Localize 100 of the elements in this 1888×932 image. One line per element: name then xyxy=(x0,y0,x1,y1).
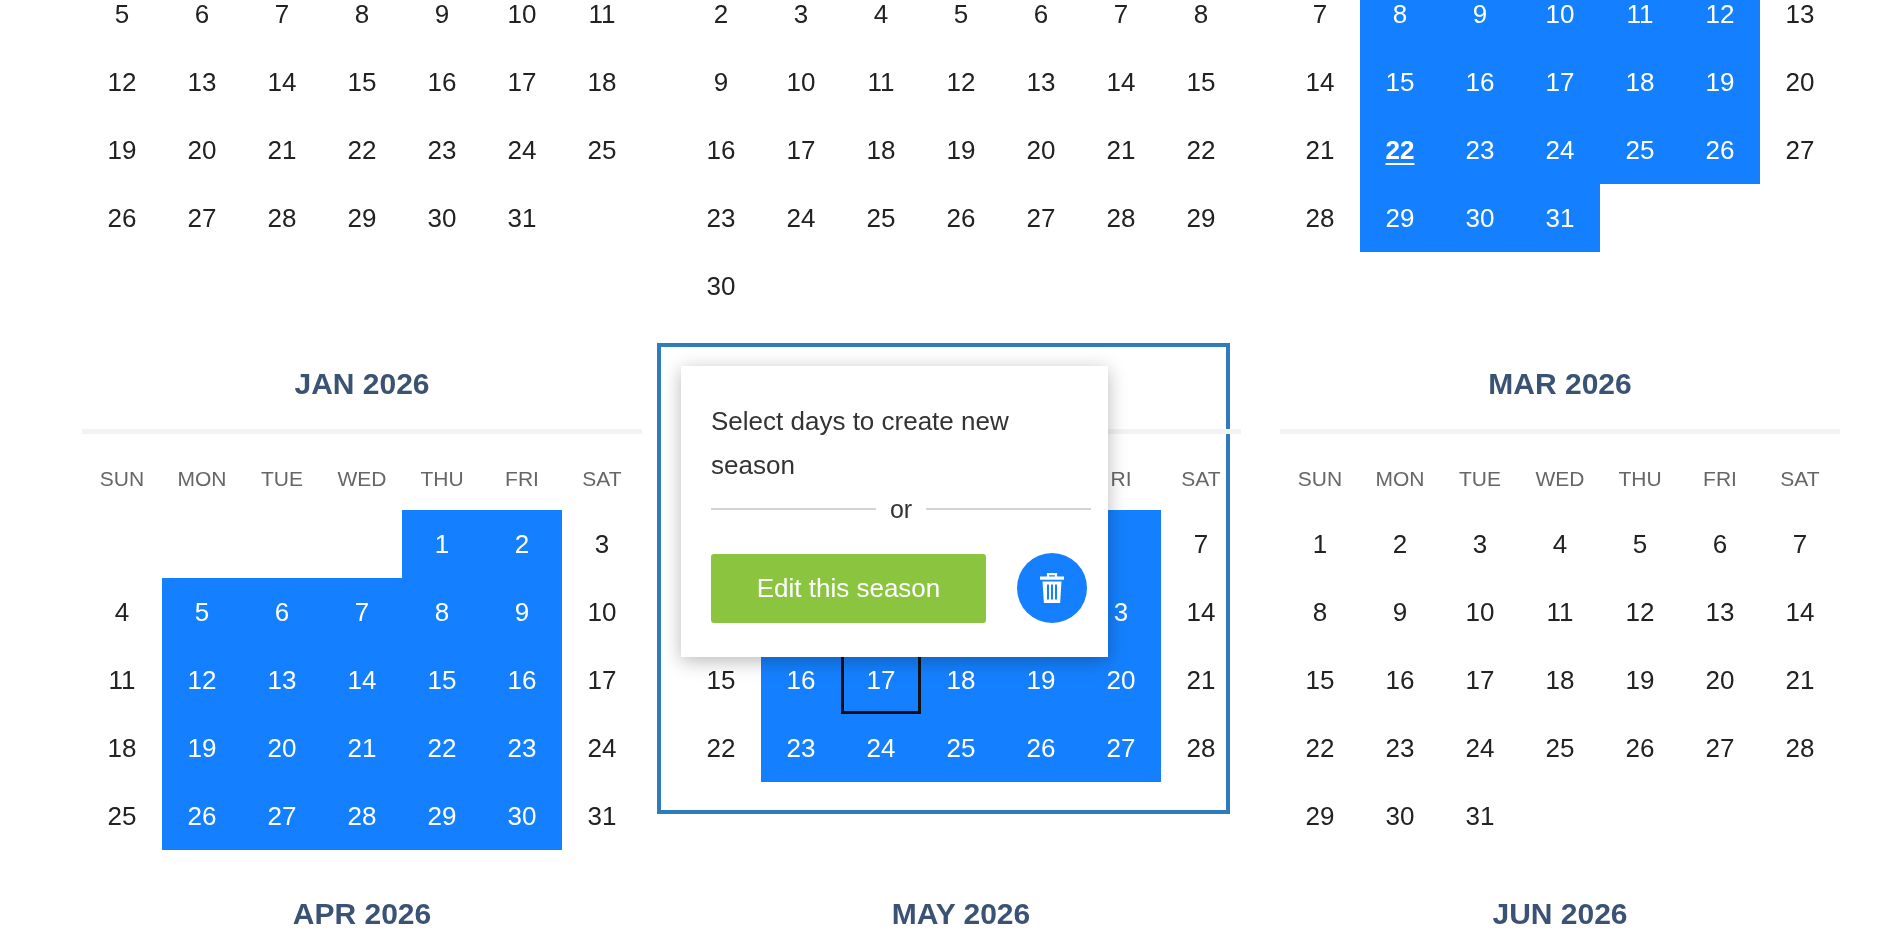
day-cell[interactable]: 7 xyxy=(1161,510,1241,578)
day-cell[interactable]: 22 xyxy=(402,714,482,782)
day-cell[interactable]: 15 xyxy=(1161,48,1241,116)
day-cell[interactable]: 23 xyxy=(1440,116,1520,184)
day-cell[interactable]: 8 xyxy=(322,0,402,48)
day-cell[interactable]: 1 xyxy=(1280,510,1360,578)
day-cell[interactable]: 18 xyxy=(1600,48,1680,116)
day-cell[interactable]: 24 xyxy=(841,714,921,782)
day-cell[interactable]: 4 xyxy=(1520,510,1600,578)
day-cell[interactable]: 14 xyxy=(242,48,322,116)
day-cell[interactable]: 7 xyxy=(1760,510,1840,578)
day-cell[interactable]: 13 xyxy=(1680,578,1760,646)
day-cell[interactable]: 22 xyxy=(1280,714,1360,782)
day-cell[interactable]: 11 xyxy=(562,0,642,48)
day-cell[interactable]: 17 xyxy=(1440,646,1520,714)
day-cell[interactable]: 17 xyxy=(482,48,562,116)
day-cell[interactable]: 19 xyxy=(1680,48,1760,116)
day-cell[interactable]: 23 xyxy=(482,714,562,782)
day-cell[interactable]: 7 xyxy=(1280,0,1360,48)
day-cell[interactable]: 7 xyxy=(1081,0,1161,48)
day-cell[interactable]: 21 xyxy=(1280,116,1360,184)
day-cell[interactable]: 22 xyxy=(681,714,761,782)
day-cell[interactable]: 14 xyxy=(1161,578,1241,646)
day-cell[interactable]: 10 xyxy=(761,48,841,116)
day-cell[interactable]: 24 xyxy=(482,116,562,184)
day-cell[interactable]: 11 xyxy=(841,48,921,116)
day-cell[interactable]: 29 xyxy=(1161,184,1241,252)
day-cell[interactable]: 12 xyxy=(1600,578,1680,646)
day-cell[interactable]: 4 xyxy=(841,0,921,48)
day-cell[interactable]: 8 xyxy=(1161,0,1241,48)
day-cell[interactable]: 20 xyxy=(162,116,242,184)
day-cell[interactable]: 4 xyxy=(82,578,162,646)
day-cell[interactable]: 19 xyxy=(82,116,162,184)
day-cell[interactable]: 28 xyxy=(242,184,322,252)
day-cell[interactable]: 21 xyxy=(242,116,322,184)
day-cell[interactable]: 27 xyxy=(162,184,242,252)
day-cell[interactable]: 21 xyxy=(322,714,402,782)
day-cell[interactable]: 11 xyxy=(1600,0,1680,48)
day-cell[interactable]: 29 xyxy=(322,184,402,252)
day-cell[interactable]: 20 xyxy=(242,714,322,782)
day-cell[interactable]: 12 xyxy=(82,48,162,116)
day-cell[interactable]: 5 xyxy=(1600,510,1680,578)
day-cell[interactable]: 13 xyxy=(242,646,322,714)
day-cell[interactable]: 3 xyxy=(562,510,642,578)
day-cell[interactable]: 22 xyxy=(322,116,402,184)
day-cell[interactable]: 28 xyxy=(322,782,402,850)
day-cell[interactable]: 30 xyxy=(1440,184,1520,252)
day-cell[interactable]: 13 xyxy=(1760,0,1840,48)
day-cell[interactable]: 16 xyxy=(402,48,482,116)
day-cell[interactable]: 10 xyxy=(562,578,642,646)
day-cell[interactable]: 6 xyxy=(1680,510,1760,578)
day-cell[interactable]: 23 xyxy=(402,116,482,184)
day-cell[interactable]: 16 xyxy=(1440,48,1520,116)
day-cell[interactable]: 28 xyxy=(1280,184,1360,252)
day-cell[interactable]: 20 xyxy=(1001,116,1081,184)
day-cell[interactable]: 30 xyxy=(1360,782,1440,850)
day-cell[interactable]: 21 xyxy=(1760,646,1840,714)
day-cell[interactable]: 25 xyxy=(562,116,642,184)
day-cell[interactable]: 6 xyxy=(1001,0,1081,48)
day-cell[interactable]: 23 xyxy=(761,714,841,782)
day-cell[interactable]: 28 xyxy=(1081,184,1161,252)
day-cell[interactable]: 9 xyxy=(1360,578,1440,646)
day-cell[interactable]: 24 xyxy=(562,714,642,782)
day-cell[interactable]: 17 xyxy=(1520,48,1600,116)
day-cell[interactable]: 14 xyxy=(1081,48,1161,116)
day-cell[interactable]: 9 xyxy=(482,578,562,646)
day-cell[interactable]: 17 xyxy=(761,116,841,184)
day-cell[interactable]: 19 xyxy=(162,714,242,782)
day-cell[interactable]: 31 xyxy=(562,782,642,850)
day-cell[interactable]: 31 xyxy=(1440,782,1520,850)
day-cell[interactable]: 26 xyxy=(1680,116,1760,184)
day-cell[interactable]: 28 xyxy=(1161,714,1241,782)
day-cell[interactable]: 22 xyxy=(1161,116,1241,184)
day-cell[interactable]: 26 xyxy=(82,184,162,252)
day-cell[interactable]: 18 xyxy=(562,48,642,116)
day-cell[interactable]: 21 xyxy=(1161,646,1241,714)
day-cell[interactable]: 10 xyxy=(1520,0,1600,48)
day-cell[interactable]: 15 xyxy=(402,646,482,714)
day-cell[interactable]: 26 xyxy=(1001,714,1081,782)
day-cell[interactable]: 8 xyxy=(1280,578,1360,646)
day-cell[interactable]: 31 xyxy=(482,184,562,252)
day-cell[interactable]: 24 xyxy=(1520,116,1600,184)
day-cell[interactable]: 27 xyxy=(1760,116,1840,184)
day-cell[interactable]: 26 xyxy=(921,184,1001,252)
day-cell[interactable]: 5 xyxy=(162,578,242,646)
day-cell[interactable]: 20 xyxy=(1081,646,1161,714)
day-cell[interactable]: 14 xyxy=(1760,578,1840,646)
day-cell[interactable]: 25 xyxy=(841,184,921,252)
day-cell[interactable]: 12 xyxy=(1680,0,1760,48)
day-cell[interactable]: 12 xyxy=(162,646,242,714)
day-cell[interactable]: 18 xyxy=(82,714,162,782)
day-cell[interactable]: 30 xyxy=(482,782,562,850)
day-cell[interactable]: 23 xyxy=(681,184,761,252)
day-cell[interactable]: 31 xyxy=(1520,184,1600,252)
day-cell[interactable]: 30 xyxy=(402,184,482,252)
day-cell[interactable]: 7 xyxy=(322,578,402,646)
day-cell[interactable]: 2 xyxy=(681,0,761,48)
day-cell[interactable]: 10 xyxy=(1440,578,1520,646)
day-cell[interactable]: 29 xyxy=(1280,782,1360,850)
day-cell[interactable]: 24 xyxy=(761,184,841,252)
